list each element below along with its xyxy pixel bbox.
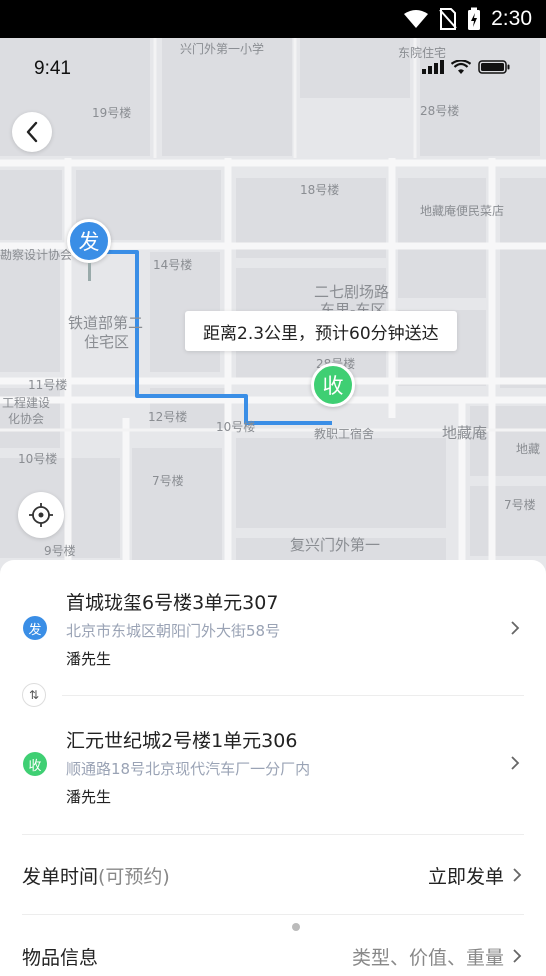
divider bbox=[22, 914, 524, 915]
map-label: 勘察设计协会 bbox=[0, 248, 73, 262]
sender-map-pin[interactable]: 发 bbox=[67, 219, 111, 263]
no-sim-icon bbox=[439, 8, 457, 30]
map-label: 11号楼 bbox=[28, 378, 68, 392]
item-info-value-group: 类型、价值、重量 bbox=[352, 943, 522, 970]
chevron-right-icon bbox=[513, 949, 522, 963]
divider bbox=[62, 695, 524, 696]
item-info-label: 物品信息 bbox=[22, 946, 99, 969]
battery-charging-icon bbox=[468, 7, 481, 30]
map-label: 7号楼 bbox=[152, 474, 184, 488]
map-label: 18号楼 bbox=[300, 183, 340, 197]
map-base bbox=[0, 38, 546, 578]
map-label: 兴门外第一小学 bbox=[180, 42, 265, 56]
device-status-icons bbox=[422, 60, 510, 74]
sender-address: 北京市东城区朝阳门外大街58号 bbox=[66, 622, 281, 640]
receiver-address-row[interactable]: 收 汇元世纪城2号楼1单元306 顺通路18号北京现代汽车厂一分厂内 潘先生 bbox=[0, 728, 546, 818]
system-status-bar: 2:30 bbox=[0, 0, 546, 38]
back-button[interactable] bbox=[12, 112, 52, 152]
wifi-icon bbox=[404, 10, 429, 28]
chevron-left-icon bbox=[26, 121, 38, 143]
map-label: 19号楼 bbox=[92, 106, 132, 120]
map-view[interactable]: 兴门外第一小学 东院住宅 19号楼 28号楼 18号楼 地藏庵便民菜店 勘察设计… bbox=[0, 38, 546, 578]
sender-badge: 发 bbox=[23, 616, 47, 640]
map-label: 教职工宿舍 bbox=[314, 427, 375, 441]
map-label: 12号楼 bbox=[148, 410, 188, 424]
chevron-right-icon bbox=[511, 621, 520, 635]
map-label: 化协会 bbox=[8, 412, 45, 426]
wifi-icon bbox=[451, 60, 471, 74]
map-label: 10号楼 bbox=[216, 420, 256, 434]
item-info-row[interactable]: 物品信息 类型、价值、重量 bbox=[22, 936, 522, 976]
map-label: 14号楼 bbox=[153, 258, 193, 272]
map-label: 东院住宅 bbox=[398, 46, 447, 60]
map-label: 10号楼 bbox=[18, 452, 58, 466]
map-label: 住宅区 bbox=[84, 333, 130, 351]
order-time-row[interactable]: 发单时间(可预约) 立即发单 bbox=[22, 855, 522, 895]
map-label: 7号楼 bbox=[504, 498, 536, 512]
swap-addresses-button[interactable]: ⇅ bbox=[22, 683, 46, 707]
receiver-address: 顺通路18号北京现代汽车厂一分厂内 bbox=[66, 760, 311, 778]
order-time-label-group: 发单时间(可预约) bbox=[22, 862, 170, 889]
receiver-name: 潘先生 bbox=[66, 788, 112, 806]
sender-address-row[interactable]: 发 首城珑玺6号楼3单元307 北京市东城区朝阳门外大街58号 潘先生 bbox=[0, 590, 546, 680]
map-label: 地藏庵 bbox=[442, 424, 488, 442]
route-estimate-tip: 距离2.3公里，预计60分钟送达 bbox=[185, 311, 457, 351]
map-label: 复兴门外第一 bbox=[290, 536, 381, 554]
system-clock: 2:30 bbox=[491, 7, 532, 30]
map-label: 地藏庵便民菜店 bbox=[420, 204, 505, 218]
pin-stem bbox=[88, 263, 91, 281]
order-time-value: 立即发单 bbox=[427, 865, 504, 888]
receiver-badge: 收 bbox=[23, 752, 47, 776]
chevron-right-icon bbox=[511, 756, 520, 770]
sender-title: 首城珑玺6号楼3单元307 bbox=[66, 592, 279, 614]
map-label: 铁道部第二 bbox=[68, 314, 144, 332]
order-time-label: 发单时间 bbox=[22, 865, 99, 888]
order-time-hint: (可预约) bbox=[98, 865, 170, 888]
map-label: 工程建设 bbox=[2, 396, 51, 410]
chevron-right-icon bbox=[513, 868, 522, 882]
item-info-value: 类型、价值、重量 bbox=[351, 946, 504, 969]
locate-button[interactable] bbox=[18, 492, 64, 538]
device-clock: 9:41 bbox=[34, 58, 71, 79]
sender-name: 潘先生 bbox=[66, 650, 112, 668]
map-label: 地藏 bbox=[516, 442, 541, 456]
receiver-map-pin[interactable]: 收 bbox=[311, 363, 355, 407]
crosshair-icon bbox=[29, 503, 53, 527]
divider bbox=[22, 834, 524, 835]
page-indicator-dot bbox=[292, 923, 300, 931]
map-label: 28号楼 bbox=[420, 104, 460, 118]
receiver-title: 汇元世纪城2号楼1单元306 bbox=[66, 730, 298, 752]
map-label: 9号楼 bbox=[44, 544, 76, 558]
battery-icon bbox=[478, 60, 510, 74]
signal-icon bbox=[422, 60, 444, 74]
order-time-value-group: 立即发单 bbox=[428, 862, 522, 889]
